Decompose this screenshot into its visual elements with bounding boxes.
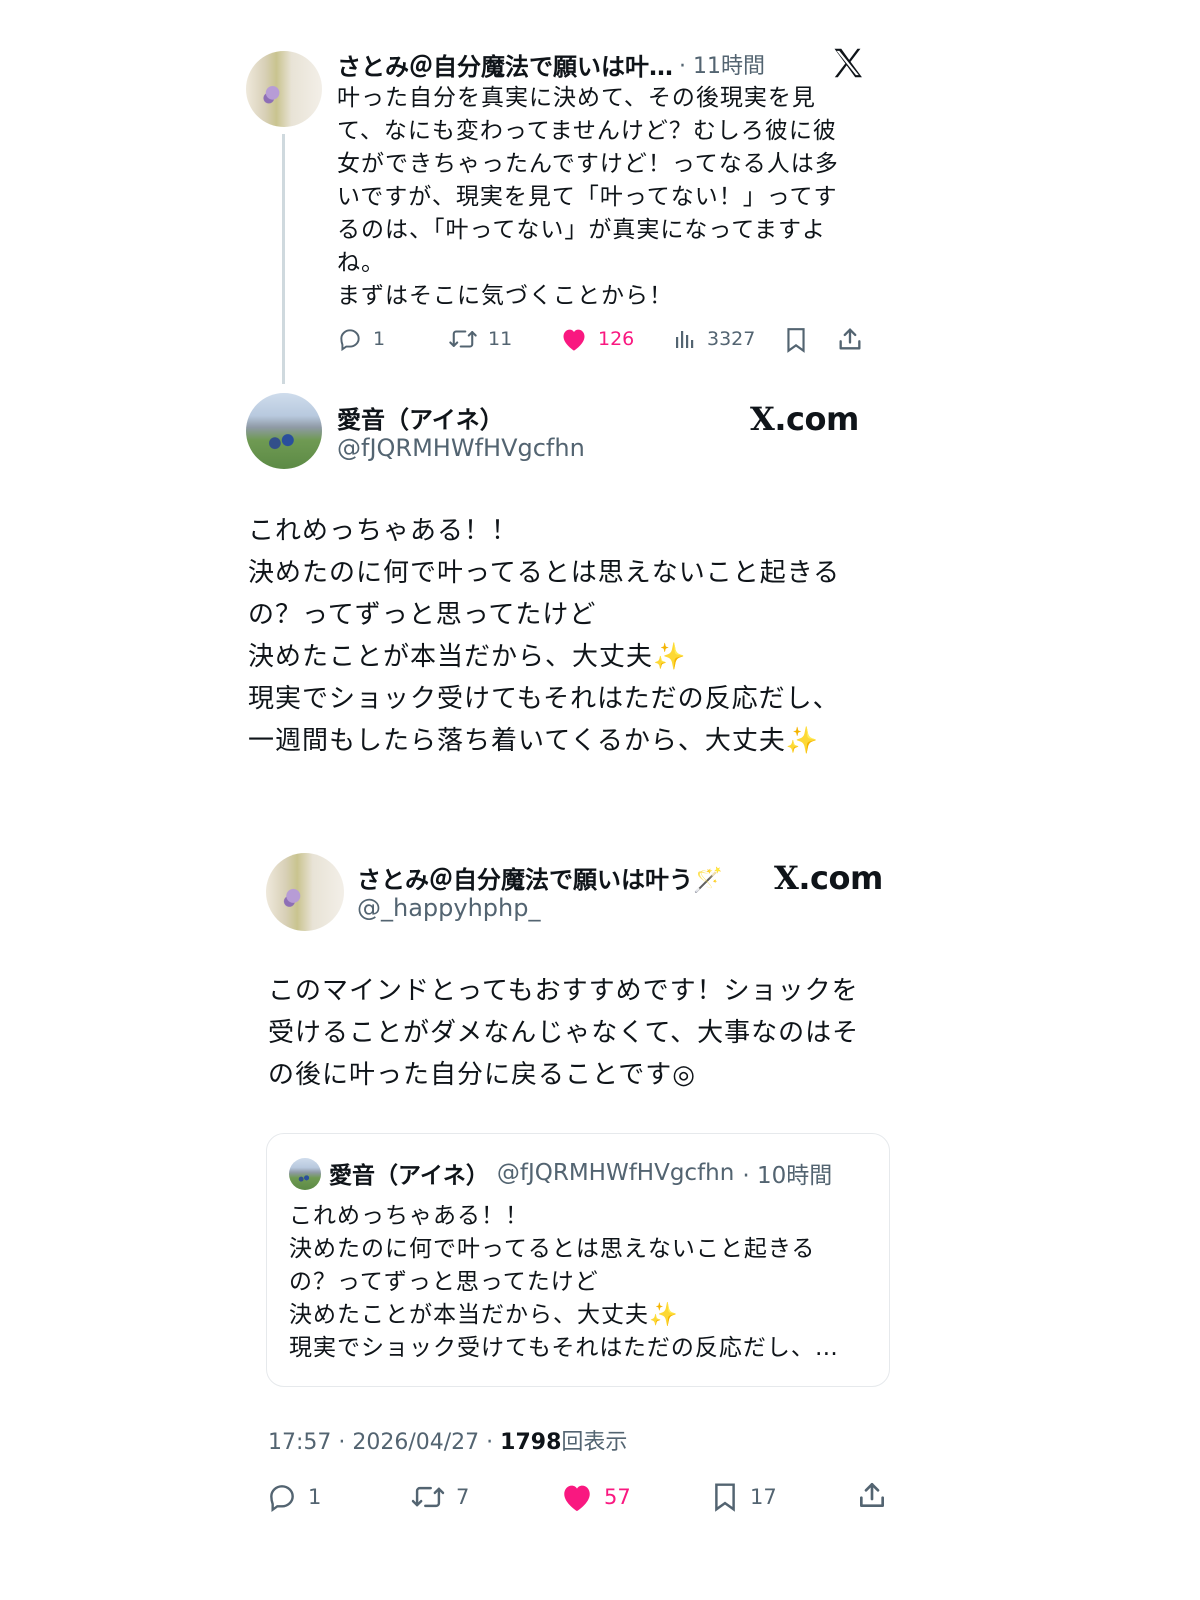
repost-icon: [449, 330, 477, 348]
quote-time: · 10時間: [742, 1163, 833, 1189]
xcom-label: .com: [774, 400, 859, 438]
post1-text: 叶った自分を真実に決めて、その後現実を見 て、なにも変わってませんけど？むしろ彼…: [337, 85, 839, 309]
like-count: 126: [598, 328, 635, 350]
post1-time[interactable]: · 11時間: [679, 48, 765, 80]
share-icon: [839, 328, 861, 350]
reply-count: 1: [373, 328, 386, 350]
post1-display-name[interactable]: さとみ＠自分魔法で願いは叶…: [337, 47, 673, 82]
thread-line: [282, 134, 285, 384]
x-logo-icon[interactable]: [830, 45, 866, 81]
post2-text: これめっちゃある！！ 決めたのに何で叶ってるとは思えないこと起きる の？ってずっ…: [248, 516, 841, 756]
quote-handle: @fJQRMHWfHVgcfhn: [496, 1160, 735, 1186]
share-icon: [860, 1483, 884, 1507]
bookmark-icon: [787, 328, 805, 353]
xcom-label: .com: [798, 859, 883, 897]
share-button[interactable]: [836, 325, 864, 353]
x-logo-icon: X: [750, 400, 775, 438]
share-button[interactable]: [856, 1479, 890, 1513]
like-button[interactable]: 126: [560, 324, 634, 354]
reply-count: 1: [308, 1485, 322, 1509]
post2-display-name[interactable]: 愛音（アイネ）: [337, 400, 504, 435]
bookmark-button[interactable]: 17: [710, 1479, 777, 1515]
post2-handle[interactable]: @fJQRMHWfHVgcfhn: [337, 434, 585, 462]
view-count: 1798: [500, 1430, 562, 1455]
xcom-watermark: X.com: [774, 859, 883, 897]
repost-count: 11: [488, 328, 513, 350]
reply-icon: [270, 1485, 294, 1512]
quoted-post[interactable]: 愛音（アイネ） @fJQRMHWfHVgcfhn · 10時間 これめっちゃある…: [266, 1133, 890, 1387]
repost-count: 7: [456, 1485, 470, 1509]
reply-button[interactable]: 1: [337, 324, 385, 354]
view-label: 回表示: [561, 1430, 628, 1455]
bookmark-icon: [715, 1483, 735, 1512]
xcom-watermark: X.com: [750, 400, 859, 438]
bookmark-count: 17: [750, 1485, 777, 1509]
reply-button[interactable]: 1: [266, 1479, 321, 1515]
analytics-icon: [676, 331, 694, 348]
post3-display-name[interactable]: さとみ＠自分魔法で願いは叶う🪄: [357, 860, 723, 895]
timestamp-text[interactable]: 17:57 · 2026/04/27 ·: [268, 1430, 500, 1455]
post-timestamp: 17:57 · 2026/04/27 · 1798回表示: [268, 1424, 627, 1456]
repost-icon: [411, 1486, 445, 1508]
quote-display-name: 愛音（アイネ）: [329, 1163, 489, 1189]
post3-text: このマインドとってもおすすめです！ショックを 受けることがダメなんじゃなくて、大…: [268, 976, 860, 1090]
quote-text: これめっちゃある！！ 決めたのに何で叶ってるとは思えないこと起きる の？ってずっ…: [289, 1203, 839, 1361]
views-count: 3327: [707, 328, 756, 350]
post1-header: さとみ＠自分魔法で願いは叶… · 11時間: [337, 47, 837, 82]
quote-header: 愛音（アイネ） @fJQRMHWfHVgcfhn · 10時間: [329, 1156, 832, 1190]
heart-icon: [564, 1485, 590, 1512]
avatar: [289, 1158, 321, 1190]
repost-button[interactable]: 11: [448, 324, 512, 354]
like-count: 57: [604, 1485, 631, 1509]
bookmark-button[interactable]: [783, 326, 811, 354]
post3-handle[interactable]: @_happyhphp_: [357, 894, 540, 922]
avatar[interactable]: [266, 853, 344, 931]
heart-icon: [563, 329, 585, 351]
avatar[interactable]: [246, 393, 322, 469]
like-button[interactable]: 57: [560, 1479, 631, 1515]
repost-button[interactable]: 7: [410, 1479, 469, 1515]
reply-icon: [340, 329, 360, 352]
x-logo-icon: X: [774, 859, 799, 897]
views-button[interactable]: 3327: [673, 324, 755, 354]
avatar[interactable]: [246, 51, 322, 127]
